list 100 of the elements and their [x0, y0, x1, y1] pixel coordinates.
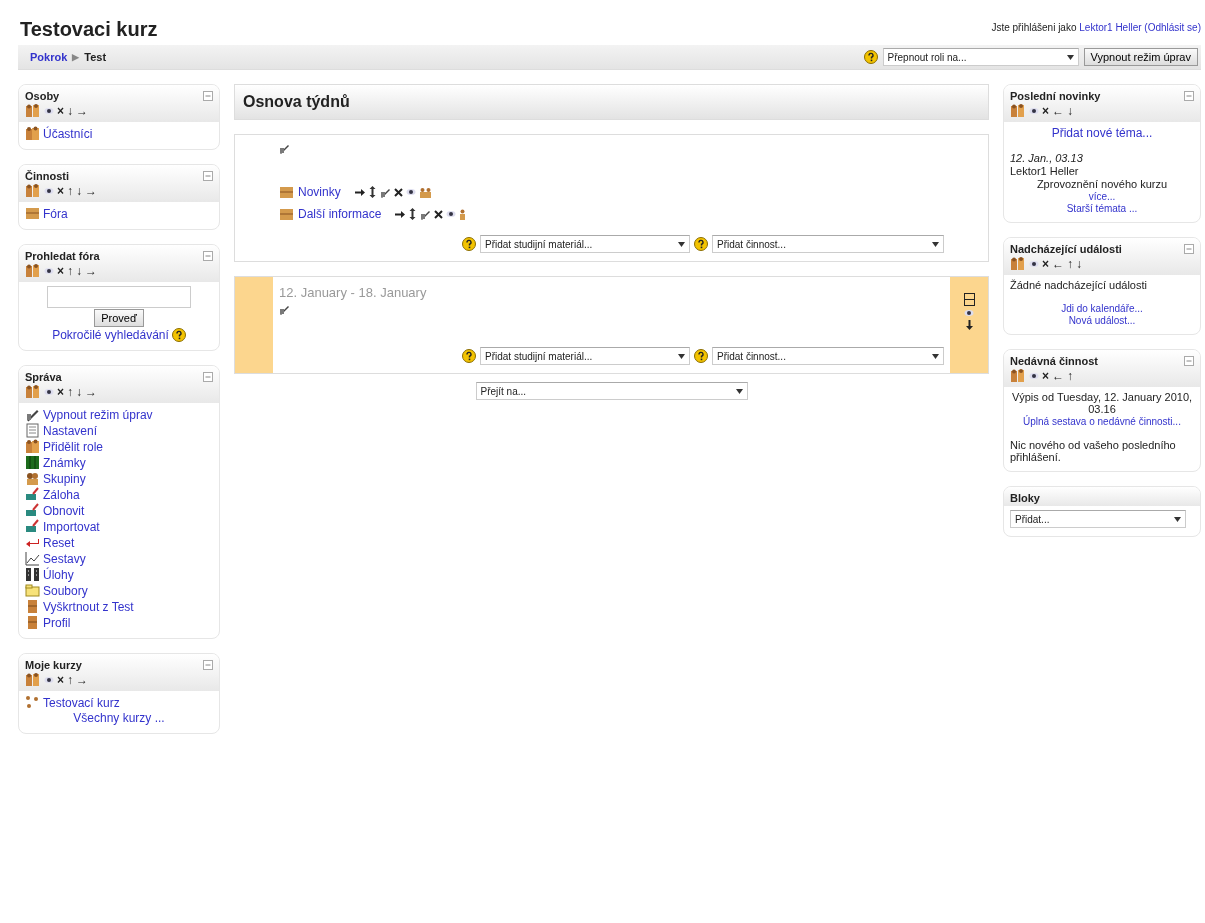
control-symbol[interactable]: × [57, 674, 64, 686]
people-icon[interactable] [25, 104, 41, 118]
go-button[interactable]: Proveď [94, 309, 144, 327]
block-link[interactable]: Profil [43, 615, 71, 630]
edit-icon[interactable] [420, 208, 432, 220]
eye-icon[interactable] [44, 388, 54, 396]
block-link[interactable]: Přidělit role [43, 439, 104, 454]
block-link[interactable]: Fóra [43, 206, 68, 221]
control-symbol[interactable]: → [76, 105, 88, 117]
help-icon[interactable] [694, 237, 708, 251]
block-link[interactable]: Vypnout režim úprav [43, 407, 153, 422]
people-icon[interactable] [1010, 257, 1026, 271]
control-symbol[interactable]: × [57, 185, 64, 197]
help-icon[interactable] [171, 328, 186, 342]
block-link[interactable]: Sestavy [43, 551, 86, 566]
delete-icon[interactable] [393, 187, 403, 197]
edit-icon[interactable] [279, 304, 290, 315]
move-icon[interactable] [367, 186, 377, 198]
control-symbol[interactable]: → [85, 265, 97, 277]
search-field[interactable] [47, 286, 191, 308]
right-arrow-icon[interactable] [395, 209, 406, 219]
block-link[interactable]: Úlohy [43, 567, 74, 582]
control-symbol[interactable]: ↓ [76, 386, 82, 398]
block-link[interactable]: Nová událost... [1068, 315, 1136, 326]
control-symbol[interactable]: ← [1052, 258, 1064, 270]
logout-link[interactable]: (Odhlásit se) [1144, 22, 1201, 33]
block-link[interactable]: Testovací kurz [43, 695, 120, 710]
block-link[interactable]: Známky [43, 455, 86, 470]
user-link[interactable]: Lektor1 Heller [1079, 22, 1142, 33]
block-link[interactable]: Záloha [43, 487, 80, 502]
block-link[interactable]: Přidat nové téma... [1051, 126, 1153, 140]
control-symbol[interactable]: ↓ [1076, 258, 1082, 270]
people-icon[interactable] [25, 385, 41, 399]
advanced-search-link[interactable]: Pokročilé vyhledávání [52, 328, 169, 342]
eye-icon[interactable] [44, 267, 54, 275]
eye-icon[interactable] [446, 210, 457, 218]
block-link[interactable]: Jdi do kalendáře... [1061, 303, 1143, 314]
edit-mode-button[interactable]: Vypnout režim úprav [1083, 48, 1198, 66]
person-icon[interactable] [459, 208, 467, 220]
right-arrow-icon[interactable] [354, 187, 365, 197]
people-icon[interactable] [25, 184, 41, 198]
control-symbol[interactable]: ↓ [1067, 105, 1073, 117]
help-icon[interactable] [462, 237, 476, 251]
control-symbol[interactable]: → [85, 386, 97, 398]
activity-link[interactable]: Další informace [298, 207, 382, 221]
control-symbol[interactable]: ↑ [1067, 258, 1073, 270]
control-symbol[interactable]: ↑ [67, 386, 73, 398]
control-symbol[interactable]: ↓ [67, 105, 73, 117]
block-link[interactable]: Nastavení [43, 423, 98, 438]
people-icon[interactable] [1010, 369, 1026, 383]
breadcrumb-link[interactable]: Pokrok [30, 51, 68, 63]
block-link[interactable]: Všechny kurzy ... [73, 711, 165, 725]
eye-icon[interactable] [44, 107, 54, 115]
control-symbol[interactable]: ← [1052, 105, 1064, 117]
block-link[interactable]: Importovat [43, 519, 100, 534]
control-symbol[interactable]: × [57, 265, 64, 277]
block-link[interactable]: Úplná sestava o nedávné činnosti... [1023, 416, 1181, 427]
people-icon[interactable] [1010, 104, 1026, 118]
help-icon[interactable] [462, 349, 476, 363]
eye-icon[interactable] [1029, 372, 1039, 380]
down-arrow-icon[interactable] [964, 320, 974, 330]
control-symbol[interactable]: ↑ [67, 265, 73, 277]
add-resource-select[interactable]: Přidat studijní materiál... [480, 347, 690, 365]
edit-icon[interactable] [279, 143, 290, 154]
eye-icon[interactable] [964, 309, 974, 317]
add-resource-select[interactable]: Přidat studijní materiál... [480, 235, 690, 253]
add-activity-select[interactable]: Přidat činnost... [712, 235, 944, 253]
control-symbol[interactable]: × [57, 105, 64, 117]
control-symbol[interactable]: ↑ [67, 674, 73, 686]
eye-icon[interactable] [44, 676, 54, 684]
control-symbol[interactable]: ↓ [76, 265, 82, 277]
add-block-select[interactable]: Přidat... [1010, 510, 1186, 528]
block-link[interactable]: více... [1088, 191, 1116, 202]
people-icon[interactable] [25, 673, 41, 687]
role-select[interactable]: Přepnout roli na... [882, 48, 1079, 66]
control-symbol[interactable]: → [85, 185, 97, 197]
control-symbol[interactable]: → [76, 674, 88, 686]
move-icon[interactable] [408, 208, 418, 220]
control-symbol[interactable]: ← [1052, 370, 1064, 382]
block-link[interactable]: Vyškrtnout z Test [43, 599, 134, 614]
activity-link[interactable]: Novinky [298, 185, 341, 199]
people-icon[interactable] [25, 264, 41, 278]
eye-icon[interactable] [1029, 260, 1039, 268]
block-link[interactable]: Účastníci [43, 126, 93, 141]
control-symbol[interactable]: ↑ [67, 185, 73, 197]
control-symbol[interactable]: ↑ [1067, 370, 1073, 382]
eye-icon[interactable] [44, 187, 54, 195]
group-icon[interactable] [418, 186, 432, 198]
block-link[interactable]: Starší témata ... [1066, 203, 1138, 214]
highlight-icon[interactable] [963, 293, 975, 306]
edit-icon[interactable] [379, 186, 391, 198]
add-activity-select[interactable]: Přidat činnost... [712, 347, 944, 365]
eye-icon[interactable] [405, 188, 416, 196]
delete-icon[interactable] [434, 209, 444, 219]
jump-select[interactable]: Přejít na... [475, 382, 748, 400]
control-symbol[interactable]: × [1042, 258, 1049, 270]
block-link[interactable]: Reset [43, 535, 75, 550]
block-link[interactable]: Soubory [43, 583, 88, 598]
eye-icon[interactable] [1029, 107, 1039, 115]
control-symbol[interactable]: × [1042, 370, 1049, 382]
